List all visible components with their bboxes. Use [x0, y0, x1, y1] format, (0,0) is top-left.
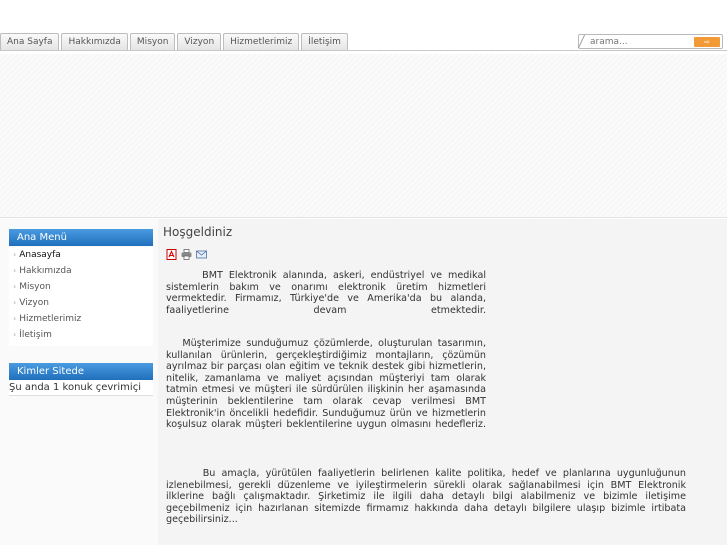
main-menu-title: Ana Menü	[9, 229, 153, 246]
online-module: Şu anda 1 konuk çevrimiçi	[9, 380, 153, 396]
sidebar-item-hizmetlerimiz[interactable]: › Hizmetlerimiz	[9, 311, 153, 327]
tab-iletisim[interactable]: İletişim	[301, 33, 348, 51]
online-module-title: Kimler Sitede	[9, 363, 153, 380]
tab-hakkimizda[interactable]: Hakkımızda	[61, 33, 128, 51]
search-box: ⇨	[577, 34, 723, 49]
main-menu: › Anasayfa › Hakkımızda › Misyon › Vizyon › H…	[9, 247, 153, 346]
chevron-right-icon: ›	[13, 330, 17, 339]
sidebar-item-label: İletişim	[19, 330, 52, 340]
nav-divider	[0, 50, 727, 51]
tab-misyon[interactable]: Misyon	[129, 33, 176, 51]
sidebar-item-label: Hakkımızda	[19, 266, 72, 276]
sidebar-item-label: Vizyon	[19, 298, 49, 308]
sidebar-item-hakkimizda[interactable]: › Hakkımızda	[9, 263, 153, 279]
article-paragraph: Müşterimize sunduğumuz çözümlerde, oluşt…	[166, 338, 486, 431]
sidebar-item-label: Anasayfa	[19, 250, 61, 260]
tab-hizmetlerimiz[interactable]: Hizmetlerimiz	[223, 33, 300, 51]
chevron-right-icon: ›	[13, 282, 17, 291]
chevron-right-icon: ›	[13, 250, 17, 259]
article-paragraph: BMT Elektronik alanında, askeri, endüstr…	[166, 270, 486, 316]
online-status-text: Şu anda 1 konuk çevrimiçi	[9, 382, 141, 393]
print-icon[interactable]	[181, 249, 192, 260]
top-navigation: Ana Sayfa Hakkımızda Misyon Vizyon Hizme…	[0, 33, 348, 51]
email-icon[interactable]	[196, 249, 207, 260]
sidebar-item-label: Hizmetlerimiz	[19, 314, 82, 324]
article-title: Hoşgeldiniz	[163, 225, 233, 239]
sidebar-item-label: Misyon	[19, 282, 51, 292]
article-paragraph: Bu amaçla, yürütülen faaliyetlerin belir…	[166, 468, 686, 526]
sidebar-item-vizyon[interactable]: › Vizyon	[9, 295, 153, 311]
sidebar-item-misyon[interactable]: › Misyon	[9, 279, 153, 295]
tab-ana-sayfa[interactable]: Ana Sayfa	[0, 33, 60, 51]
chevron-right-icon: ›	[13, 298, 17, 307]
header-banner	[0, 54, 727, 218]
tab-vizyon[interactable]: Vizyon	[177, 33, 222, 51]
chevron-right-icon: ›	[13, 266, 17, 275]
chevron-right-icon: ›	[13, 314, 17, 323]
article-tools	[166, 249, 207, 260]
sidebar-item-anasayfa[interactable]: › Anasayfa	[9, 247, 153, 263]
sidebar-item-iletisim[interactable]: › İletişim	[9, 327, 153, 343]
pdf-icon[interactable]	[166, 249, 177, 260]
search-button[interactable]: ⇨	[694, 37, 720, 47]
